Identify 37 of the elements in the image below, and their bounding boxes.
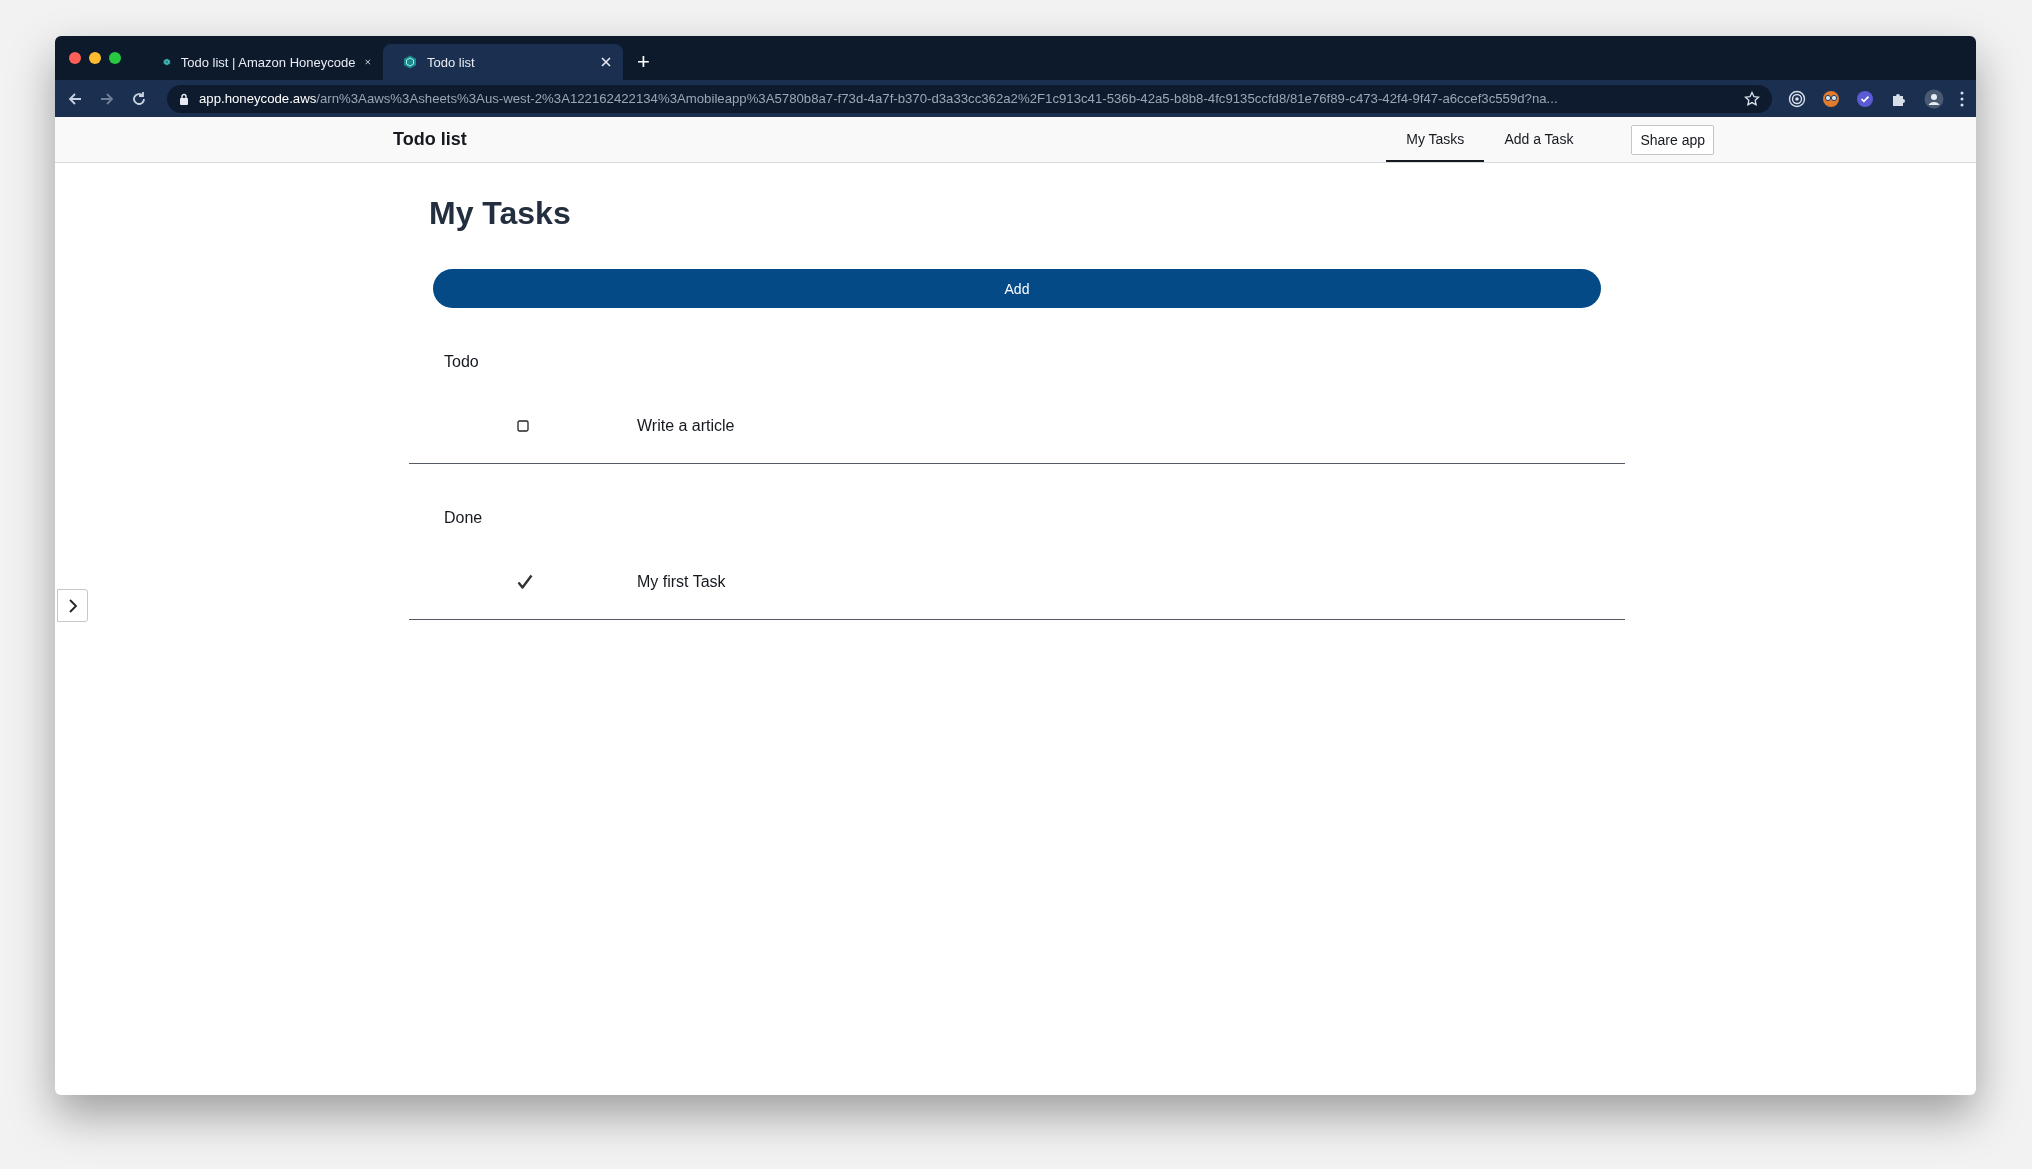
nav-tab[interactable]: My Tasks	[1386, 117, 1485, 162]
new-tab-button[interactable]: +	[623, 44, 664, 80]
hexagon-logo-icon	[403, 55, 417, 69]
close-tab-icon[interactable]	[601, 57, 611, 67]
target-icon[interactable]	[1788, 89, 1806, 108]
checkbox[interactable]	[517, 420, 529, 432]
maximize-window-icon[interactable]	[109, 52, 121, 64]
section-label: Todo	[443, 352, 480, 372]
share-app-button[interactable]: Share app	[1631, 124, 1714, 155]
close-tab-icon[interactable]	[365, 57, 371, 67]
nav-tab[interactable]: Add a Task	[1484, 117, 1594, 162]
minimize-window-icon[interactable]	[89, 52, 101, 64]
chevron-right-icon	[67, 598, 78, 613]
browser-tab[interactable]: Todo list	[383, 44, 623, 80]
back-icon[interactable]	[67, 90, 83, 107]
profile-avatar-icon[interactable]	[1924, 88, 1944, 109]
section-label: Done	[443, 508, 484, 528]
reload-icon[interactable]	[131, 90, 147, 107]
glasses-face-icon[interactable]	[1822, 89, 1840, 108]
forward-icon[interactable]	[99, 90, 115, 107]
checkmark-icon[interactable]	[517, 574, 533, 590]
app-title: Todo list	[393, 129, 468, 150]
tab-title: Todo list | Amazon Honeycode	[180, 54, 356, 70]
tab-title: Todo list	[427, 54, 476, 70]
address-bar[interactable]: app.honeycode.aws/arn%3Aaws%3Asheets%3Aus-west-2%3A122162422134%3Amobileapp%3A5780b8a7-f73d-4a7f-b370-d3a33cc362a2%2F1c913c41-536b-42a5-b8b8-4fc9135ccfd8/81e76f89-c473-42f4-9f47-a6ccef3c559d?na...	[167, 84, 1772, 113]
lock-icon	[179, 92, 189, 105]
close-window-icon[interactable]	[69, 52, 81, 64]
add-button[interactable]: Add	[433, 269, 1601, 308]
check-badge-icon[interactable]	[1856, 89, 1874, 108]
url-text: app.honeycode.aws/arn%3Aaws%3Asheets%3Aus-west-2%3A122162422134%3Amobileapp%3A5780b8a7-f73d-4a7f-b370-d3a33cc362a2%2F1c913c41-536b-42a5-b8b8-4fc9135ccfd8/81e76f89-c473-42f4-9f47-a6ccef3c559d?na...	[199, 91, 1559, 106]
browser-tab[interactable]: Todo list | Amazon Honeycode	[143, 44, 383, 80]
star-icon[interactable]	[1744, 90, 1760, 107]
task-title: Write a article	[637, 417, 735, 435]
more-menu-icon[interactable]	[1960, 90, 1964, 107]
page-heading: My Tasks	[429, 195, 572, 232]
task-title: My first Task	[637, 573, 726, 591]
expand-sidebar-button[interactable]	[57, 589, 88, 622]
